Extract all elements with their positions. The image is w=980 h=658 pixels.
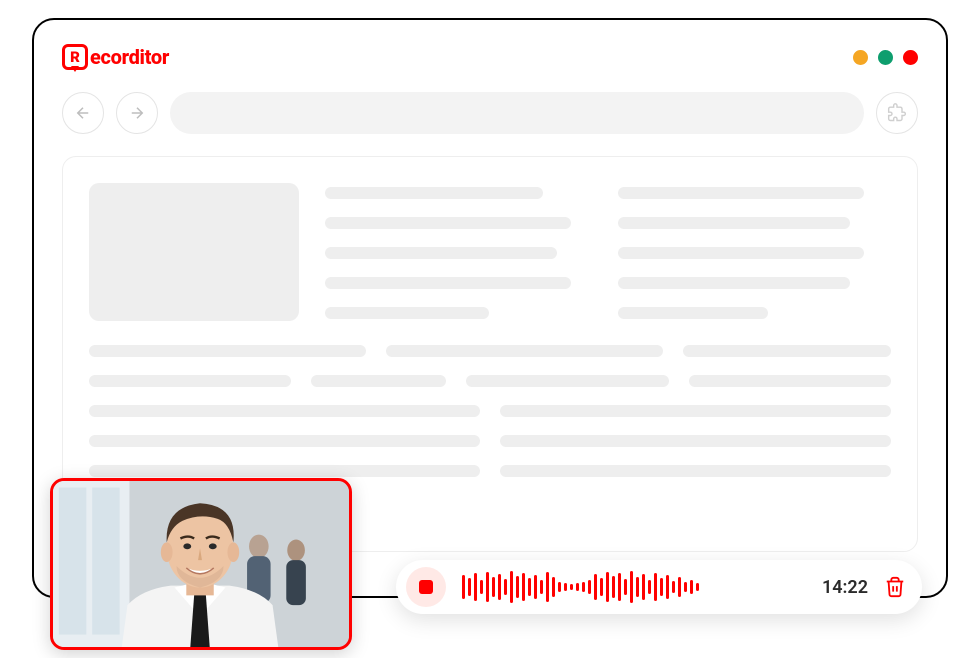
text-placeholder — [618, 307, 768, 319]
text-placeholder — [618, 217, 850, 229]
text-placeholder — [311, 375, 446, 387]
text-placeholder — [325, 307, 489, 319]
text-placeholder — [325, 217, 571, 229]
browser-toolbar — [62, 92, 918, 134]
text-placeholder — [89, 345, 366, 357]
webcam-overlay[interactable] — [50, 478, 352, 650]
logo-letter: R — [70, 50, 80, 65]
back-button[interactable] — [62, 92, 104, 134]
webcam-feed-icon — [53, 481, 349, 647]
text-placeholder — [466, 375, 668, 387]
text-placeholder — [500, 405, 891, 417]
stop-recording-button[interactable] — [406, 567, 446, 607]
text-placeholder — [618, 247, 864, 259]
forward-button[interactable] — [116, 92, 158, 134]
text-placeholder — [618, 187, 864, 199]
text-placeholder — [500, 465, 891, 477]
address-bar[interactable] — [170, 92, 864, 134]
minimize-button[interactable] — [853, 50, 868, 65]
recording-bar: 14:22 — [396, 560, 922, 614]
text-placeholder — [89, 435, 480, 447]
puzzle-icon — [887, 103, 907, 123]
recording-duration: 14:22 — [822, 577, 868, 598]
text-placeholder — [89, 405, 480, 417]
maximize-button[interactable] — [878, 50, 893, 65]
text-placeholder — [325, 247, 557, 259]
title-bar: R ecorditor — [62, 44, 918, 70]
window-controls — [853, 50, 918, 65]
stop-icon — [419, 580, 433, 594]
text-placeholder — [618, 277, 850, 289]
arrow-right-icon — [128, 104, 146, 122]
arrow-left-icon — [74, 104, 92, 122]
app-logo: R ecorditor — [62, 44, 169, 70]
extension-button[interactable] — [876, 92, 918, 134]
text-placeholder — [500, 435, 891, 447]
text-placeholder — [683, 345, 891, 357]
text-placeholder — [89, 375, 291, 387]
text-placeholder — [325, 187, 543, 199]
logo-mark-icon: R — [62, 44, 88, 70]
text-placeholder — [89, 465, 480, 477]
trash-icon — [884, 576, 906, 598]
text-placeholder — [689, 375, 891, 387]
thumbnail-placeholder — [89, 183, 299, 321]
audio-waveform — [462, 570, 806, 604]
logo-text: ecorditor — [90, 45, 169, 69]
text-placeholder — [325, 277, 571, 289]
text-placeholder — [386, 345, 663, 357]
delete-recording-button[interactable] — [884, 576, 906, 598]
close-button[interactable] — [903, 50, 918, 65]
